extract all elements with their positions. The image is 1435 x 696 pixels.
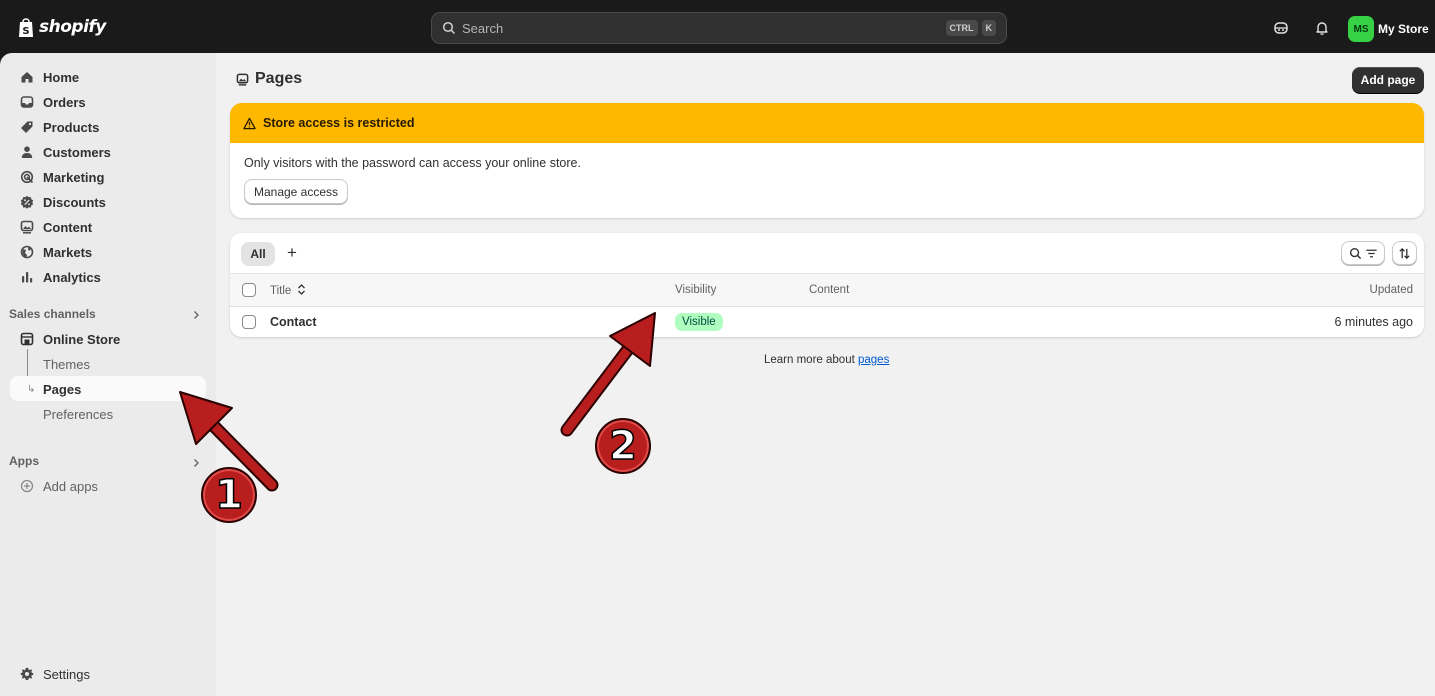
inbox-icon [20,95,34,109]
tag-icon [20,120,34,134]
avatar[interactable]: MS [1348,16,1374,42]
table-row[interactable]: Contact Visible 6 minutes ago [230,307,1424,337]
search-input[interactable]: Search CTRL K [431,12,1007,44]
pages-table-card: All + Title Visibility Content Updated C… [230,233,1424,337]
shortcut-k: K [982,20,997,36]
apps-label[interactable]: Apps [9,454,39,468]
step-marker-2: 2 [595,418,651,474]
tree-arrow: ↳ [27,384,35,395]
manage-access-button[interactable]: Manage access [244,179,348,204]
sidebar-item-label: Home [43,70,79,85]
sidebar-item-add-apps[interactable]: Add apps [10,474,206,498]
sidebar-item-products[interactable]: Products [10,115,206,139]
svg-text:S: S [22,26,29,37]
page-header: Pages [236,70,302,88]
chevron-right-icon[interactable] [191,310,201,320]
pages-icon [236,73,249,86]
sidebar-item-label: Settings [43,667,90,682]
select-all-checkbox[interactable] [242,283,256,297]
page-title: Pages [255,70,302,88]
learn-more-prefix: Learn more about [764,354,858,366]
step-marker-1: 1 [201,467,257,523]
sidebar-item-label: Marketing [43,170,104,185]
banner-header: Store access is restricted [230,103,1424,143]
column-title-label: Title [270,285,291,297]
sidebar-item-label: Customers [43,145,111,160]
sort-button[interactable] [1392,241,1417,265]
search-filter-button[interactable] [1341,241,1385,265]
sort-updown-icon [297,284,306,295]
sidebar-item-pages[interactable]: Pages [43,382,81,397]
warning-icon [243,117,256,130]
sidebar-item-orders[interactable]: Orders [10,90,206,114]
sidebar-item-analytics[interactable]: Analytics [10,265,206,289]
sidebar-item-label: Add apps [43,479,98,494]
target-icon [20,170,34,184]
sidebar-item-preferences[interactable]: Preferences [43,407,113,422]
chevron-right-icon[interactable] [191,458,201,468]
bar-chart-icon [20,270,34,284]
person-icon [20,145,34,159]
top-bar: S shopify Search CTRL K MS My Store [0,3,1435,53]
sidebar-item-label: Content [43,220,92,235]
active-item-highlight [10,376,206,401]
store-name[interactable]: My Store [1378,22,1429,36]
sidebar: Home Orders Products Customers Marketing… [0,53,216,696]
gear-icon [20,667,34,681]
search-placeholder: Search [462,21,942,36]
sidebar-item-online-store[interactable]: Online Store [10,327,206,351]
sidebar-item-label: Markets [43,245,92,260]
row-checkbox[interactable] [242,315,256,329]
column-title[interactable]: Title [270,284,306,297]
sidebar-item-customers[interactable]: Customers [10,140,206,164]
sales-channels-label[interactable]: Sales channels [9,307,96,321]
sort-icon [1398,247,1411,260]
sidebar-item-marketing[interactable]: Marketing [10,165,206,189]
row-updated: 6 minutes ago [1334,315,1413,329]
brand-name: shopify [39,17,106,37]
search-icon [1349,247,1362,260]
banner-message: Only visitors with the password can acce… [244,156,581,170]
column-updated: Updated [1370,284,1413,296]
status-badge: Visible [675,313,723,331]
store-access-banner: Store access is restricted Only visitors… [230,103,1424,218]
plus-circle-icon [20,479,34,493]
bell-icon[interactable] [1314,20,1330,36]
sidebar-item-content[interactable]: Content [10,215,206,239]
tab-all[interactable]: All [241,242,275,266]
sidebar-item-markets[interactable]: Markets [10,240,206,264]
shopping-bag-icon: S [17,16,35,38]
sidebar-item-settings[interactable]: Settings [10,662,206,686]
shopify-logo[interactable]: S shopify [17,16,106,38]
table-header: Title Visibility Content Updated [230,273,1424,307]
add-view-button[interactable]: + [287,243,297,263]
globe-icon [20,245,34,259]
sidebar-item-label: Orders [43,95,86,110]
sidebar-item-label: Discounts [43,195,106,210]
image-icon [20,220,34,234]
learn-more-link[interactable]: pages [858,354,889,366]
column-content: Content [809,284,849,296]
sidebar-item-themes[interactable]: Themes [43,357,90,372]
storefront-icon [20,332,34,346]
home-icon [20,70,34,84]
discount-icon [20,195,34,209]
sidekick-icon[interactable] [1273,20,1289,36]
banner-title: Store access is restricted [263,116,414,130]
row-title[interactable]: Contact [270,315,317,329]
sidebar-item-discounts[interactable]: Discounts [10,190,206,214]
filter-icon [1365,247,1378,260]
sidebar-item-label: Products [43,120,99,135]
search-icon [442,21,456,35]
sidebar-item-home[interactable]: Home [10,65,206,89]
learn-more-text: Learn more about pages [764,354,889,366]
sidebar-item-label: Online Store [43,332,120,347]
column-visibility: Visibility [675,284,716,296]
add-page-button[interactable]: Add page [1352,67,1424,93]
sidebar-item-label: Analytics [43,270,101,285]
shortcut-ctrl: CTRL [946,20,978,36]
